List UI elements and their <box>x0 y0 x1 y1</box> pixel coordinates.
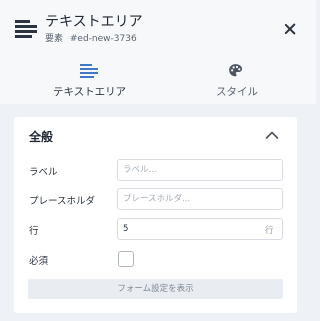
tab-style[interactable]: スタイル <box>158 54 316 104</box>
element-id: #ed-new-3736 <box>69 34 137 44</box>
palette-icon <box>229 64 243 77</box>
tab-label: テキストエリア <box>53 86 127 98</box>
required-checkbox[interactable] <box>118 251 134 267</box>
text-lines-icon <box>80 64 98 78</box>
label-input[interactable] <box>117 159 283 181</box>
panel-title: テキストエリア <box>45 14 143 30</box>
text-lines-icon <box>15 20 37 38</box>
tab-textarea[interactable]: テキストエリア <box>0 54 158 104</box>
required-field-label: 必須 <box>29 256 49 267</box>
show-form-settings-button[interactable]: フォーム設定を表示 <box>28 279 283 299</box>
element-id-line: 要素 #ed-new-3736 <box>45 31 137 44</box>
subtitle-prefix: 要素 <box>45 34 64 44</box>
rows-input[interactable] <box>117 218 283 240</box>
settings-panel: テキストエリア 要素 #ed-new-3736 テキストエリア スタイル 全般 … <box>0 0 316 321</box>
close-icon[interactable] <box>282 21 298 37</box>
rows-field-label: 行 <box>29 226 39 237</box>
label-field-label: ラベル <box>29 167 58 178</box>
panel-header: テキストエリア 要素 #ed-new-3736 <box>0 0 316 54</box>
tab-bar: テキストエリア スタイル <box>0 54 316 104</box>
chevron-up-icon[interactable] <box>265 129 279 141</box>
tab-label: スタイル <box>216 86 258 98</box>
section-title: 全般 <box>29 130 54 144</box>
placeholder-field-label: プレースホルダ <box>29 196 96 207</box>
rows-unit: 行 <box>265 226 274 236</box>
general-section: 全般 ラベル プレースホルダ 行 行 必須 フォーム設定を表示 <box>14 117 297 313</box>
placeholder-input[interactable] <box>117 188 283 210</box>
